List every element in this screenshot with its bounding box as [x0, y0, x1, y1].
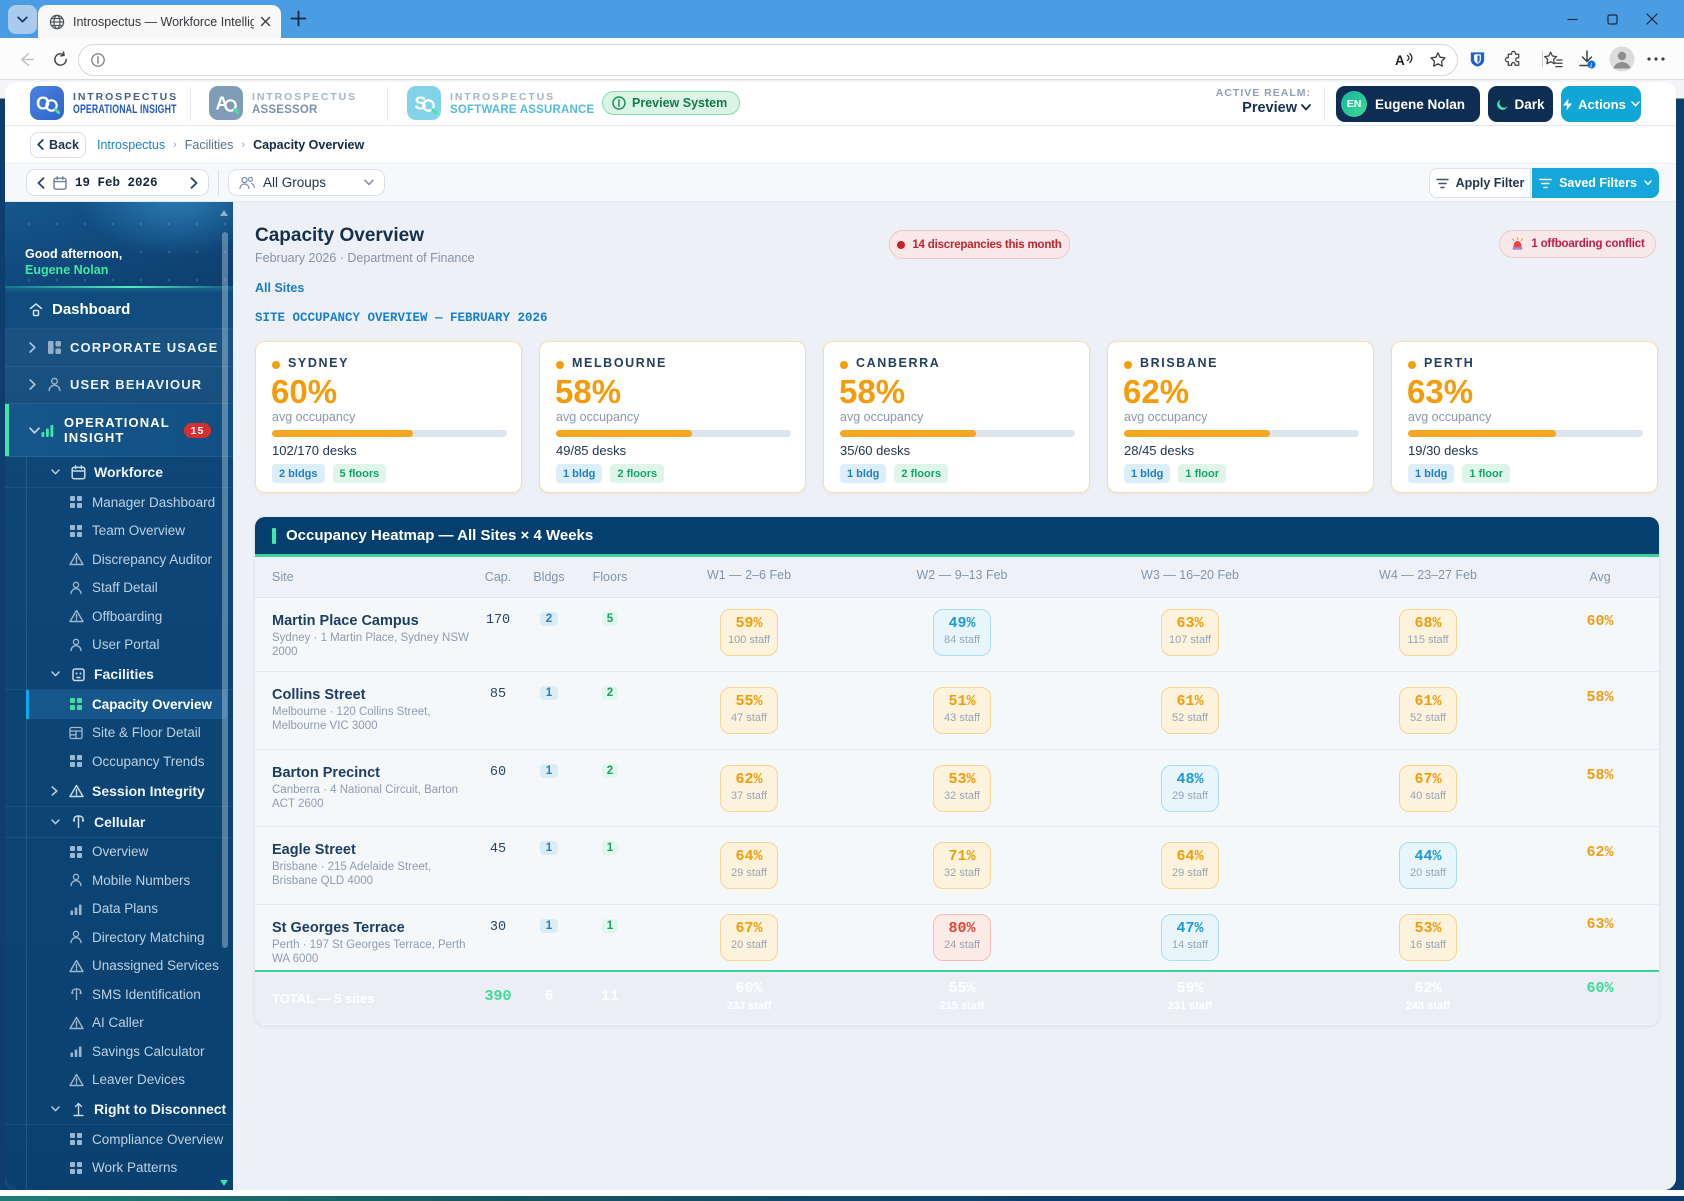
svg-text:A: A: [1395, 53, 1405, 68]
svg-text:i: i: [1590, 62, 1592, 69]
